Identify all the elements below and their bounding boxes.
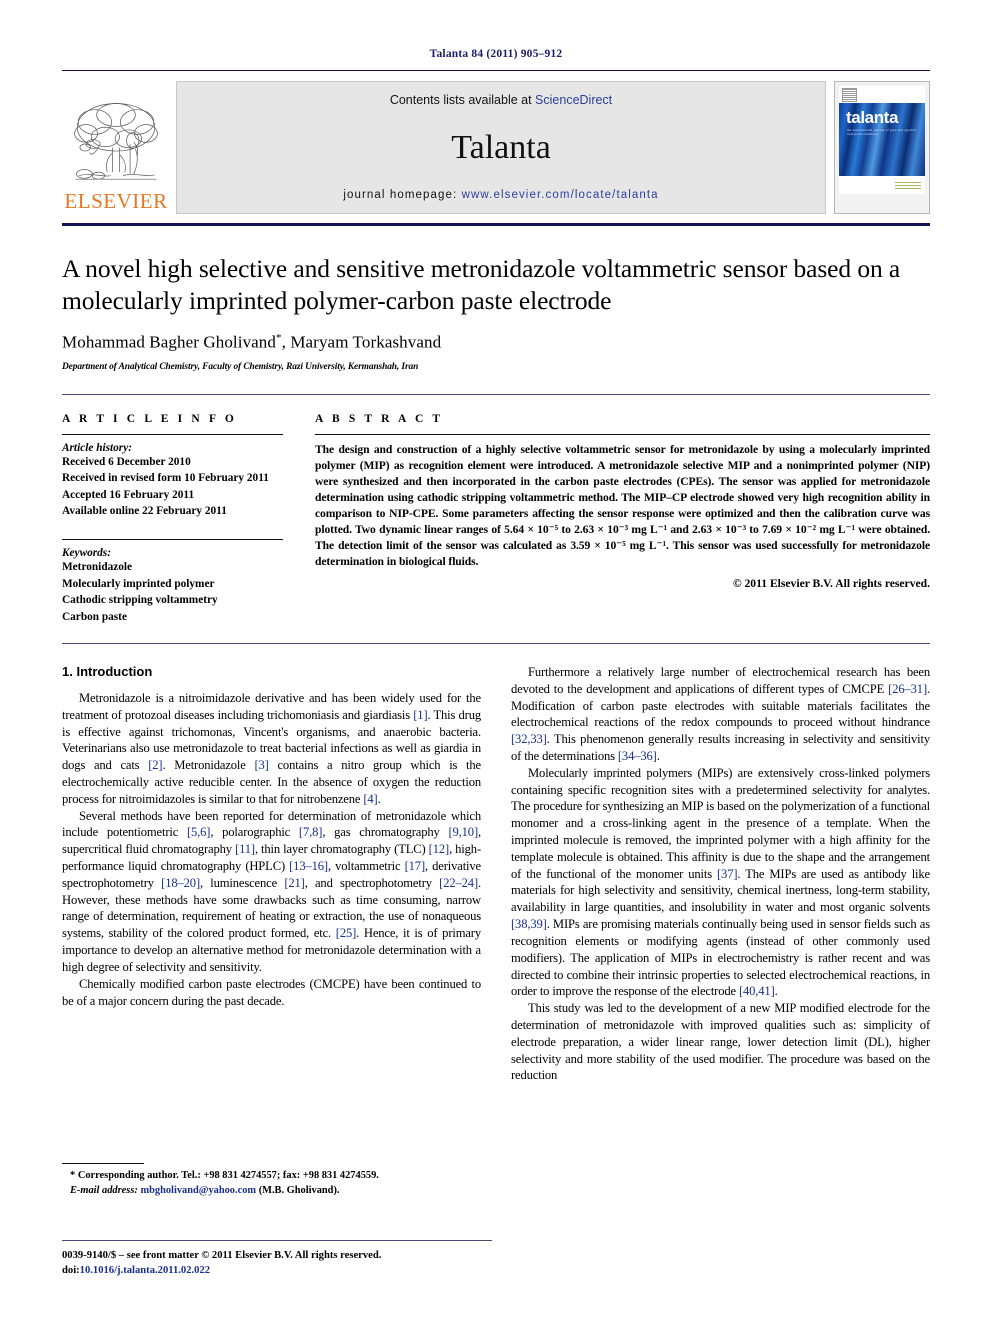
article-history-label: Article history:	[62, 441, 132, 454]
body-column-left: 1. Introduction Metronidazole is a nitro…	[62, 664, 481, 1084]
paragraph: Several methods have been reported for d…	[62, 808, 481, 974]
contents-prefix: Contents lists available at	[389, 93, 536, 107]
paragraph: This study was led to the development of…	[511, 1001, 930, 1083]
info-abstract-row: A R T I C L E I N F O Article history: R…	[62, 413, 930, 625]
cover-footer	[839, 176, 925, 194]
cover-header	[839, 86, 925, 103]
keyword-item: Metronidazole	[62, 561, 133, 574]
header-rule	[62, 70, 930, 71]
email-owner: (M.B. Gholivand).	[258, 1184, 340, 1196]
history-accepted: Accepted 16 February 2011	[62, 488, 195, 501]
masthead-bottom-rule	[62, 223, 930, 226]
article-info-label: A R T I C L E I N F O	[62, 412, 237, 425]
sciencedirect-link[interactable]: ScienceDirect	[535, 93, 612, 107]
running-head: Talanta 84 (2011) 905–912	[429, 48, 563, 60]
cover-artwork: talanta the international journal of pur…	[839, 103, 925, 176]
author-primary: Mohammad Bagher Gholivand	[62, 332, 277, 352]
journal-cover-thumbnail[interactable]: talanta the international journal of pur…	[834, 81, 930, 214]
keyword-item: Molecularly imprinted polymer	[62, 577, 215, 590]
corresponding-author-footnote: * Corresponding author. Tel.: +98 831 42…	[62, 1163, 481, 1199]
contents-list-line: Contents lists available at ScienceDirec…	[390, 93, 612, 107]
issn-copyright-line: 0039-9140/$ – see front matter © 2011 El…	[62, 1250, 382, 1261]
history-received: Received 6 December 2010	[62, 455, 191, 468]
keyword-item: Carbon paste	[62, 610, 127, 623]
journal-masthead: ELSEVIER Contents lists available at Sci…	[62, 81, 930, 214]
keywords-label: Keywords:	[62, 547, 111, 560]
paragraph: Molecularly imprinted polymers (MIPs) ar…	[511, 765, 930, 999]
cover-title: talanta	[846, 108, 898, 127]
article-page: Talanta 84 (2011) 905–912 ELSEVIER Conte…	[0, 0, 992, 1323]
paragraph: Furthermore a relatively large number of…	[511, 664, 930, 763]
paragraph: Chemically modified carbon paste electro…	[62, 976, 481, 1008]
article-info-rule	[62, 433, 283, 435]
footnote-contact-line: * Corresponding author. Tel.: +98 831 42…	[62, 1169, 481, 1184]
page-title: A novel high selective and sensitive met…	[62, 254, 901, 316]
article-info-column: A R T I C L E I N F O Article history: R…	[62, 413, 307, 625]
elsevier-logo: ELSEVIER	[62, 81, 170, 214]
paragraph: Metronidazole is a nitroimidazole deriva…	[62, 690, 481, 806]
abstract-bottom-rule	[62, 642, 930, 644]
history-online: Available online 22 February 2011	[62, 505, 227, 518]
journal-title: Talanta	[451, 129, 551, 166]
title-bottom-rule	[62, 393, 930, 395]
homepage-prefix: journal homepage:	[343, 189, 462, 201]
abstract-copyright: © 2011 Elsevier B.V. All rights reserved…	[732, 577, 930, 591]
journal-band: Contents lists available at ScienceDirec…	[176, 81, 826, 214]
doi-line: doi:10.1016/j.talanta.2011.02.022	[62, 1263, 492, 1278]
section-heading-introduction: 1. Introduction	[62, 663, 153, 679]
history-revised: Received in revised form 10 February 201…	[62, 472, 269, 485]
elsevier-wordmark: ELSEVIER	[64, 189, 168, 213]
keywords-rule	[62, 539, 283, 541]
cover-elsevier-mark-icon	[842, 87, 857, 102]
journal-homepage-line: journal homepage: www.elsevier.com/locat…	[343, 189, 658, 201]
body-column-right: Furthermore a relatively large number of…	[511, 664, 930, 1084]
author-list: Mohammad Bagher Gholivand*, Maryam Torka…	[62, 332, 930, 353]
email-label: E-mail address:	[70, 1184, 138, 1196]
abstract-column: A B S T R A C T The design and construct…	[307, 413, 930, 625]
footnote-email-line: E-mail address: mbgholivand@yahoo.com (M…	[62, 1184, 481, 1199]
author-secondary: , Maryam Torkashvand	[281, 332, 442, 352]
page-footer: 0039-9140/$ – see front matter © 2011 El…	[62, 1240, 492, 1278]
doi-link[interactable]: 10.1016/j.talanta.2011.02.022	[80, 1265, 210, 1276]
elsevier-tree-icon	[74, 103, 158, 180]
footnote-marker: *	[70, 1170, 76, 1181]
abstract-rule	[315, 433, 930, 435]
cover-footer-mark-icon	[895, 182, 921, 191]
footer-rule	[62, 1240, 492, 1241]
footnote-rule	[62, 1163, 144, 1164]
cover-subtitle: the international journal of pure and ap…	[847, 128, 916, 136]
body-columns: 1. Introduction Metronidazole is a nitro…	[62, 664, 930, 1084]
affiliation: Department of Analytical Chemistry, Facu…	[62, 361, 419, 372]
footnote-contact-text: Corresponding author. Tel.: +98 831 4274…	[77, 1170, 379, 1181]
homepage-url-link[interactable]: www.elsevier.com/locate/talanta	[462, 189, 659, 201]
abstract-label: A B S T R A C T	[315, 412, 444, 425]
abstract-text: The design and construction of a highly …	[315, 442, 930, 569]
doi-label: doi:	[62, 1265, 80, 1277]
email-link[interactable]: mbgholivand@yahoo.com	[140, 1185, 256, 1196]
keyword-item: Cathodic stripping voltammetry	[62, 594, 218, 607]
